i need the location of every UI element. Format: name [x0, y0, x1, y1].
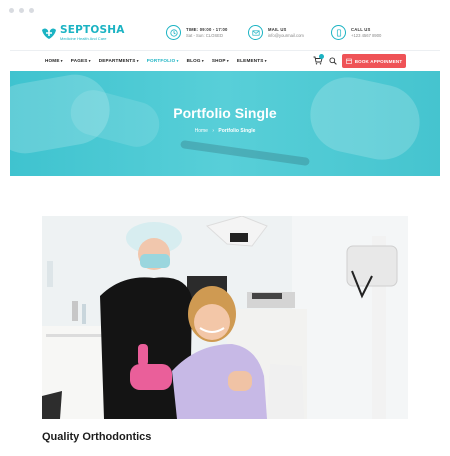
chevron-down-icon: ▾	[200, 59, 204, 63]
breadcrumb-current: Portfolio Single	[218, 128, 256, 134]
chevron-down-icon: ▾	[175, 59, 179, 63]
nav-item-departments[interactable]: DEPARTMENTS ▾	[99, 58, 139, 63]
window-dot	[19, 8, 24, 13]
brand-tagline: Medicine Health And Care	[60, 36, 107, 41]
breadcrumb-home[interactable]: Home	[195, 128, 208, 134]
breadcrumb: Home › Portfolio Single	[10, 128, 440, 134]
logo-icon	[42, 28, 56, 39]
nav-item-shop[interactable]: SHOP ▾	[212, 58, 229, 63]
calendar-icon	[345, 58, 352, 64]
clock-icon	[166, 25, 181, 40]
hours-info: TIME: 09:00 - 17:00 Sat - Sun: CLOSED	[166, 25, 228, 40]
breadcrumb-separator-icon: ›	[212, 128, 215, 134]
logo[interactable]: SEPTOSHA Medicine Health And Care	[41, 25, 125, 41]
mail-icon	[248, 25, 263, 40]
phone-icon	[331, 25, 346, 40]
banner-instrument	[180, 139, 310, 167]
portfolio-title: Quality Orthodontics	[42, 431, 152, 443]
mail-address[interactable]: info@yourmail.com	[268, 33, 304, 39]
hours-title: TIME: 09:00 - 17:00	[186, 26, 228, 32]
window-dots	[9, 8, 34, 13]
chevron-down-icon: ▾	[59, 59, 63, 63]
call-info: CALL US +123 4567 8900	[331, 25, 381, 40]
page-banner: Portfolio Single Home › Portfolio Single	[10, 71, 440, 176]
page-title: Portfolio Single	[173, 105, 277, 121]
portfolio-image	[42, 216, 408, 419]
header-top: SEPTOSHA Medicine Health And Care TIME: …	[10, 20, 440, 49]
window-dot	[9, 8, 14, 13]
page: SEPTOSHA Medicine Health And Care TIME: …	[10, 20, 440, 456]
book-appointment-label: BOOK APPOINMENT	[354, 58, 403, 64]
call-number[interactable]: +123 4567 8900	[351, 33, 381, 39]
nav-item-portfolio[interactable]: PORTFOLIO ▾	[147, 58, 179, 63]
nav-menu: HOME ▾ PAGES ▾ DEPARTMENTS ▾ PORTFOLIO ▾ BLO…	[45, 58, 267, 63]
nav-item-home[interactable]: HOME ▾	[45, 58, 63, 63]
chevron-down-icon: ▾	[225, 59, 229, 63]
search-icon[interactable]	[329, 57, 337, 65]
nav-item-blog[interactable]: BLOG ▾	[187, 58, 204, 63]
chevron-down-icon: ▾	[87, 59, 91, 63]
book-appointment-button[interactable]: BOOK APPOINMENT	[342, 54, 406, 68]
chevron-down-icon: ▾	[135, 59, 139, 63]
brand-name: SEPTOSHA	[60, 24, 125, 36]
main-nav: HOME ▾ PAGES ▾ DEPARTMENTS ▾ PORTFOLIO ▾ BLO…	[10, 50, 440, 70]
hours-detail: Sat - Sun: CLOSED	[186, 32, 224, 38]
mail-info: MAIL US info@yourmail.com	[248, 25, 304, 40]
nav-item-elements[interactable]: ELEMENTS ▾	[237, 58, 267, 63]
window-dot	[29, 8, 34, 13]
dental-clinic-photo	[42, 216, 408, 419]
nav-item-pages[interactable]: PAGES ▾	[71, 58, 91, 63]
chevron-down-icon: ▾	[263, 59, 267, 63]
cart-count-badge	[319, 54, 324, 59]
